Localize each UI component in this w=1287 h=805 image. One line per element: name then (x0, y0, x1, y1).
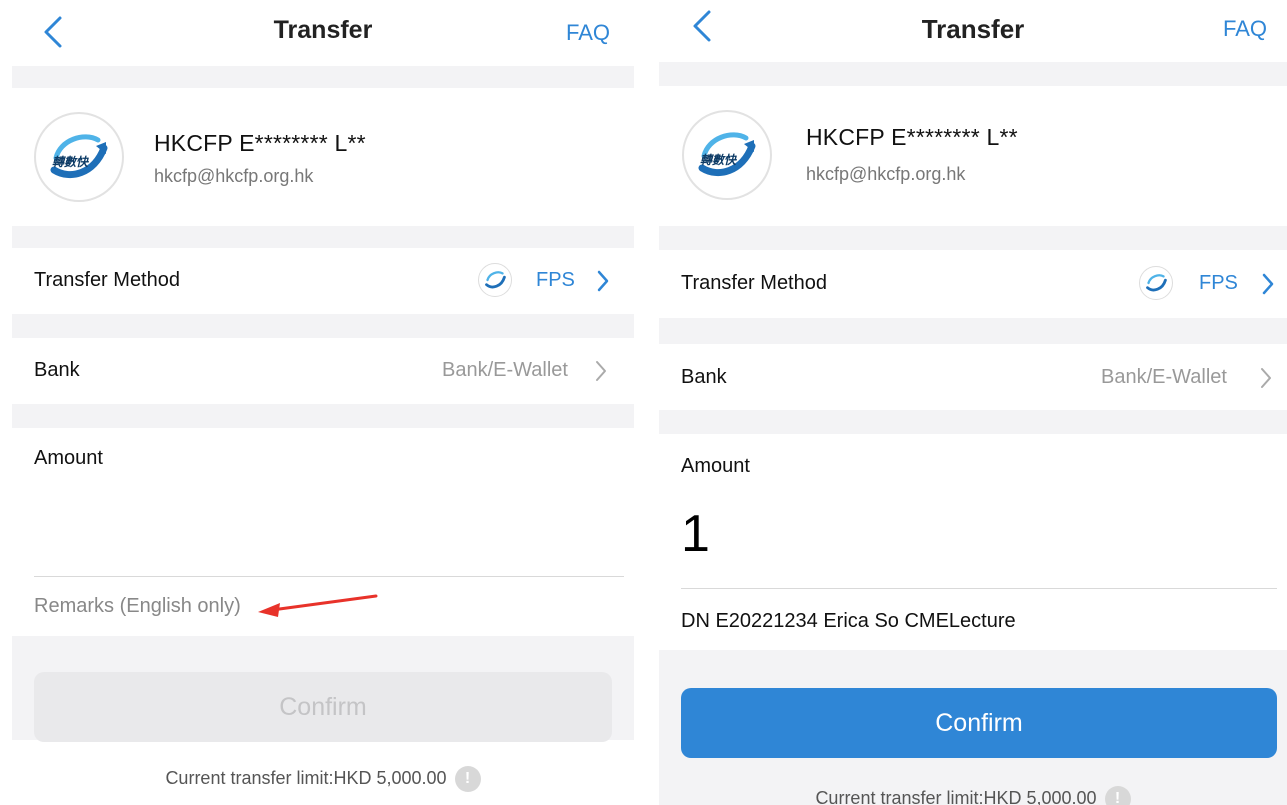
transfer-method-label: Transfer Method (34, 269, 180, 291)
amount-label: Amount (34, 447, 103, 469)
transfer-limit: Current transfer limit:HKD 5,000.00! (12, 766, 634, 792)
faq-link[interactable]: FAQ (1223, 16, 1267, 42)
faq-link[interactable]: FAQ (566, 20, 610, 46)
svg-text:轉數快: 轉數快 (700, 153, 738, 167)
divider (34, 576, 624, 577)
chevron-right-icon (596, 361, 606, 381)
payee-email: hkcfp@hkcfp.org.hk (806, 164, 966, 184)
page-title: Transfer (273, 16, 373, 44)
amount-section[interactable]: Amount 1 DN E20221234 Erica So CMELectur… (659, 434, 1287, 650)
bank-value: Bank/E-Wallet (442, 359, 568, 381)
transfer-limit: Current transfer limit:HKD 5,000.00! (659, 786, 1287, 805)
section-gap (12, 66, 634, 88)
amount-label: Amount (681, 455, 750, 477)
info-icon[interactable]: ! (454, 766, 481, 792)
payee-avatar: 轉數快 (682, 110, 772, 200)
bank-row[interactable]: Bank Bank/E-Wallet (12, 338, 634, 404)
chevron-right-icon (597, 270, 609, 292)
divider (681, 588, 1277, 589)
transfer-screen-left: Transfer FAQ 轉數快 HKCFP E******** L** hkc… (12, 0, 634, 805)
info-icon[interactable]: ! (1104, 786, 1131, 805)
annotation-arrow-icon (258, 594, 378, 617)
confirm-button[interactable]: Confirm (681, 688, 1277, 758)
section-gap (12, 404, 634, 428)
payee-name: HKCFP E******** L** (806, 124, 1018, 150)
remarks-input[interactable]: Remarks (English only) (34, 595, 241, 618)
section-gap (12, 314, 634, 338)
transfer-method-row[interactable]: Transfer Method FPS (12, 248, 634, 314)
fps-logo-icon: 轉數快 (698, 132, 756, 177)
chevron-right-icon (1261, 368, 1271, 388)
remarks-input[interactable]: DN E20221234 Erica So CMELecture (681, 610, 1016, 633)
bank-label: Bank (681, 366, 727, 388)
back-chevron-icon[interactable] (38, 14, 68, 50)
section-gap (659, 226, 1287, 250)
transfer-method-value: FPS (536, 269, 575, 291)
bank-label: Bank (34, 359, 80, 381)
chevron-right-icon (1262, 273, 1274, 295)
transfer-limit-text: Current transfer limit:HKD 5,000.00 (165, 767, 447, 788)
payee-avatar: 轉數快 (34, 112, 124, 202)
transfer-method-row[interactable]: Transfer Method FPS (659, 250, 1287, 318)
section-gap (659, 318, 1287, 344)
svg-text:轉數快: 轉數快 (52, 155, 90, 169)
transfer-method-value: FPS (1199, 272, 1238, 294)
payee-email: hkcfp@hkcfp.org.hk (154, 166, 314, 186)
fps-logo-icon: 轉數快 (50, 134, 108, 179)
transfer-screen-right: Transfer FAQ 轉數快 HKCFP E******** L** hkc… (659, 0, 1287, 805)
nav-bar: Transfer FAQ (659, 0, 1287, 66)
back-chevron-icon[interactable] (687, 8, 717, 44)
fps-small-icon (1139, 266, 1173, 300)
fps-small-icon (478, 263, 512, 297)
payee-name: HKCFP E******** L** (154, 130, 366, 156)
section-gap (659, 410, 1287, 434)
amount-input[interactable]: 1 (681, 508, 710, 560)
section-gap (659, 62, 1287, 86)
page-title: Transfer (921, 14, 1025, 44)
bank-row[interactable]: Bank Bank/E-Wallet (659, 344, 1287, 410)
payee-card: 轉數快 HKCFP E******** L** hkcfp@hkcfp.org.… (12, 88, 634, 226)
nav-bar: Transfer FAQ (12, 0, 634, 66)
payee-card: 轉數快 HKCFP E******** L** hkcfp@hkcfp.org.… (659, 86, 1287, 226)
confirm-button[interactable]: Confirm (34, 672, 612, 742)
transfer-limit-text: Current transfer limit:HKD 5,000.00 (815, 787, 1097, 805)
bank-value: Bank/E-Wallet (1101, 366, 1227, 388)
transfer-method-label: Transfer Method (681, 272, 827, 294)
section-gap (12, 226, 634, 248)
